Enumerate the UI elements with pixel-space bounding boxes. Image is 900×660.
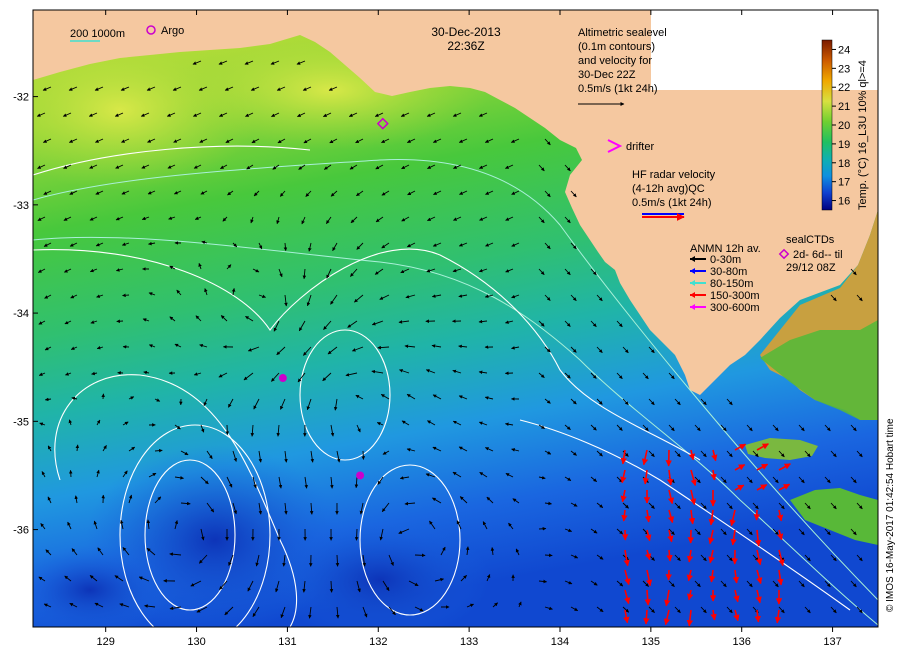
colorbar-title: Temp. (°C) 16_L3U 10% ql>=4 bbox=[857, 60, 869, 210]
svg-text:HF radar velocity: HF radar velocity bbox=[632, 169, 716, 181]
svg-text:0.5m/s (1kt 24h): 0.5m/s (1kt 24h) bbox=[632, 197, 711, 209]
colorbar-tick-label: 18 bbox=[838, 158, 850, 170]
velocity-arrow bbox=[335, 554, 340, 567]
colorbar: 16 17 18 19 20 21 22 23 24 Temp. (°C) 16_L3U 10%… bbox=[821, 39, 869, 211]
anmn-legend-label: 0-30m bbox=[710, 254, 741, 266]
x-tick-label: 137 bbox=[823, 636, 841, 648]
colorbar-tick-label: 16 bbox=[838, 196, 850, 208]
svg-text:and velocity for: and velocity for bbox=[578, 55, 652, 67]
colorbar-tick-label: 24 bbox=[838, 44, 850, 56]
map-date: 30-Dec-2013 bbox=[431, 25, 501, 39]
x-tick-label: 135 bbox=[642, 636, 660, 648]
hf-radar-arrow bbox=[644, 589, 651, 606]
velocity-arrow bbox=[354, 528, 359, 541]
cold-eddy bbox=[270, 520, 490, 627]
velocity-arrow bbox=[122, 293, 130, 298]
x-tick-label: 133 bbox=[460, 636, 478, 648]
colorbar-tick-label: 19 bbox=[838, 139, 850, 151]
velocity-arrow bbox=[329, 580, 334, 593]
svg-text:0.5m/s (1kt 24h): 0.5m/s (1kt 24h) bbox=[578, 83, 657, 95]
svg-text:(4-12h avg)QC: (4-12h avg)QC bbox=[632, 183, 705, 195]
anmn-legend-label: 300-600m bbox=[710, 302, 760, 314]
svg-text:30-Dec 22Z: 30-Dec 22Z bbox=[578, 69, 636, 81]
x-tick-label: 131 bbox=[278, 636, 296, 648]
colorbar-tick-label: 22 bbox=[838, 82, 850, 94]
svg-text:2d- 6d-- til: 2d- 6d-- til bbox=[793, 249, 843, 261]
argo-float-marker bbox=[278, 374, 287, 383]
colorbar-tick-label: 20 bbox=[838, 120, 850, 132]
colorbar-tick-label: 21 bbox=[838, 101, 850, 113]
map-time: 22:36Z bbox=[447, 39, 484, 53]
y-tick-label: -33 bbox=[13, 200, 29, 212]
colorbar-tick-label: 17 bbox=[838, 177, 850, 189]
x-tick-label: 129 bbox=[97, 636, 115, 648]
plot-area bbox=[33, 10, 878, 627]
x-tick-label: 136 bbox=[733, 636, 751, 648]
colorbar-scale bbox=[821, 39, 833, 211]
svg-text:(0.1m contours): (0.1m contours) bbox=[578, 41, 655, 53]
colorbar-tick-label: 23 bbox=[838, 63, 850, 75]
anmn-legend-label: 80-150m bbox=[710, 278, 753, 290]
svg-text:sealCTDs: sealCTDs bbox=[786, 234, 835, 246]
x-tick-label: 134 bbox=[551, 636, 569, 648]
x-tick-label: 130 bbox=[187, 636, 205, 648]
drifter-legend-label: drifter bbox=[626, 141, 654, 153]
credit-text: © IMOS 16-May-2017 01:42:54 Hobart time bbox=[885, 418, 896, 612]
sealctd-legend: sealCTDs 2d- 6d-- til 29/12 08Z bbox=[778, 234, 843, 274]
svg-text:29/12 08Z: 29/12 08Z bbox=[786, 262, 836, 274]
anmn-legend-label: 150-300m bbox=[710, 290, 760, 302]
y-tick-label: -34 bbox=[13, 308, 29, 320]
argo-float-marker bbox=[356, 471, 365, 480]
hf-radar-arrow bbox=[643, 609, 650, 625]
y-tick-label: -32 bbox=[13, 92, 29, 104]
y-tick-label: -35 bbox=[13, 416, 29, 428]
svg-text:Altimetric sealevel: Altimetric sealevel bbox=[578, 27, 667, 39]
velocity-arrow bbox=[544, 553, 553, 558]
y-tick-label: -36 bbox=[13, 525, 29, 537]
sst-map: 129 130 131 132 133 134 135 136 137 -32 -33 -34 -35… bbox=[13, 9, 896, 648]
x-tick-label: 132 bbox=[369, 636, 387, 648]
hf-radar-arrow bbox=[666, 549, 673, 562]
anmn-legend-label: 30-80m bbox=[710, 266, 747, 278]
bathymetry-legend-label: 200 1000m bbox=[70, 28, 125, 40]
argo-legend-label: Argo bbox=[161, 25, 184, 37]
cold-eddy bbox=[33, 545, 170, 627]
